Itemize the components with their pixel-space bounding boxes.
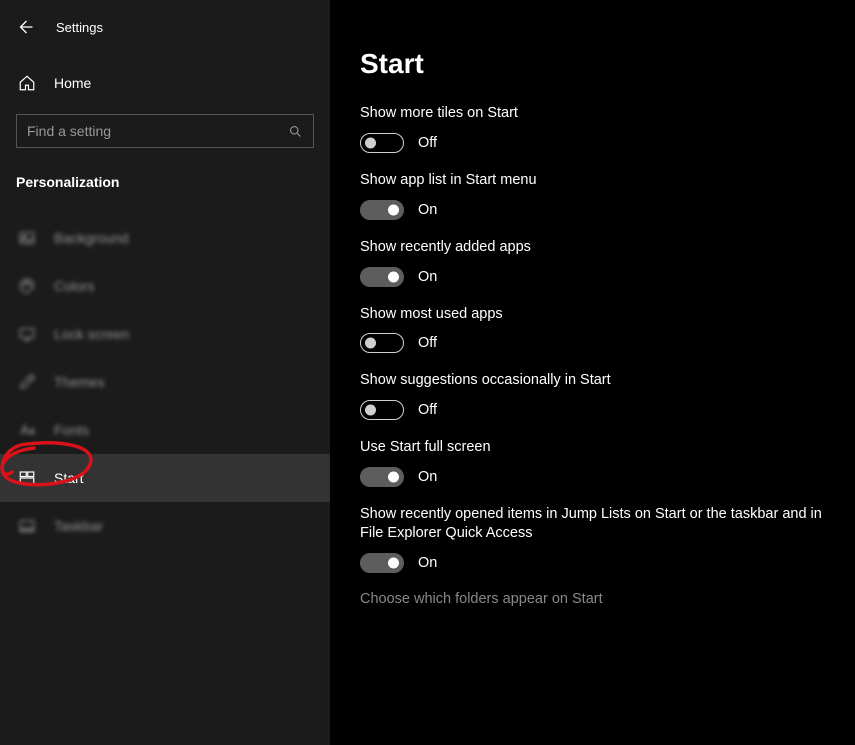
start-icon [18,469,36,487]
sidebar-item-label: Fonts [54,422,89,438]
palette-icon [18,277,36,295]
sidebar-item-themes[interactable]: Themes [16,358,314,406]
fonts-icon [18,421,36,439]
sidebar-item-label: Lock screen [54,326,129,342]
setting-row: Show recently added apps On [360,238,825,287]
search-box[interactable] [16,114,314,148]
setting-row: Show most used apps Off [360,305,825,354]
sidebar-item-lockscreen[interactable]: Lock screen [16,310,314,358]
setting-label: Use Start full screen [360,438,825,457]
toggle-switch[interactable] [360,133,404,153]
toggle-state-text: On [418,202,437,218]
toggle-switch[interactable] [360,553,404,573]
sidebar-item-label: Start [54,470,84,486]
setting-label: Show more tiles on Start [360,104,825,123]
search-icon [288,124,303,139]
setting-label: Show recently added apps [360,238,825,257]
setting-label: Show suggestions occasionally in Start [360,371,825,390]
search-input[interactable] [27,123,288,139]
app-title: Settings [56,20,103,35]
sidebar-item-label: Background [54,230,129,246]
sidebar-item-label: Colors [54,278,94,294]
toggle-state-text: Off [418,135,437,151]
setting-row: Show more tiles on Start Off [360,104,825,153]
setting-row: Show app list in Start menu On [360,171,825,220]
sidebar-item-colors[interactable]: Colors [16,262,314,310]
setting-label: Show app list in Start menu [360,171,825,190]
home-label: Home [54,75,91,91]
toggle-state-text: On [418,269,437,285]
back-arrow-icon[interactable] [16,18,34,36]
sidebar-item-start[interactable]: Start [0,454,330,502]
toggle-switch[interactable] [360,333,404,353]
toggle-list: Show more tiles on Start Off Show app list… [360,104,825,573]
toggle-switch[interactable] [360,400,404,420]
setting-row: Use Start full screen On [360,438,825,487]
toggle-switch[interactable] [360,467,404,487]
setting-label: Show most used apps [360,305,825,324]
monitor-icon [18,325,36,343]
setting-row: Show recently opened items in Jump Lists… [360,505,825,573]
sidebar-item-taskbar[interactable]: Taskbar [16,502,314,550]
toggle-state-text: On [418,469,437,485]
sidebar-item-label: Taskbar [54,518,103,534]
toggle-switch[interactable] [360,267,404,287]
setting-row: Show suggestions occasionally in Start Of… [360,371,825,420]
toggle-state-text: Off [418,402,437,418]
toggle-switch[interactable] [360,200,404,220]
setting-label: Show recently opened items in Jump Lists… [360,505,825,543]
settings-main: Start Show more tiles on Start Off Show ap… [330,0,855,745]
category-header: Personalization [16,174,314,190]
link-choose-folders[interactable]: Choose which folders appear on Start [360,591,825,607]
toggle-state-text: On [418,555,437,571]
nav-home[interactable]: Home [16,66,314,100]
picture-icon [18,229,36,247]
toggle-state-text: Off [418,335,437,351]
sidebar-item-fonts[interactable]: Fonts [16,406,314,454]
nav-list: Background Colors Lock screen Themes Fonts St… [16,214,314,550]
taskbar-icon [18,517,36,535]
page-title: Start [360,48,825,80]
home-icon [18,74,36,92]
settings-sidebar: Settings Home Personalization Background… [0,0,330,745]
sidebar-item-background[interactable]: Background [16,214,314,262]
brush-icon [18,373,36,391]
sidebar-item-label: Themes [54,374,105,390]
